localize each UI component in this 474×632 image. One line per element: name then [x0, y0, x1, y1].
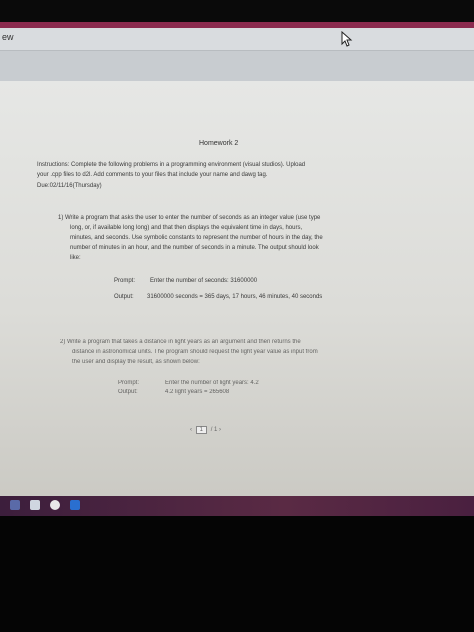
mouse-cursor-icon [341, 31, 353, 47]
problem1-line-3: minutes, and seconds. Use symbolic const… [70, 235, 323, 241]
page-title: Homework 2 [199, 140, 239, 147]
problem2-line-1: 2) Write a program that takes a distance… [60, 339, 301, 345]
bottom-bezel [0, 516, 474, 632]
problem2-line-2: distance in astronomical units. The prog… [72, 349, 318, 355]
prev-page-icon[interactable]: ‹ [190, 427, 192, 433]
store-icon[interactable] [30, 500, 40, 510]
page-total: / 1 [210, 427, 218, 433]
page-navigator: ‹ 1 / 1 › [190, 426, 221, 434]
problem1-output-text: 31600000 seconds = 365 days, 17 hours, 4… [147, 294, 323, 300]
problem1-prompt-text: Enter the number of seconds: 31600000 [150, 278, 258, 284]
problem1-output-label: Output: [114, 294, 134, 300]
page-number-input[interactable]: 1 [195, 426, 208, 434]
app-icon[interactable] [70, 500, 80, 510]
problem1-prompt-label: Prompt: [114, 278, 136, 284]
problem2-line-3: the user and display the result, as show… [72, 359, 200, 365]
due-date: Due:02/11/16(Thursday) [37, 183, 102, 189]
view-menu-label[interactable]: ew [2, 32, 14, 42]
viewer-toolbar: ew [0, 28, 474, 51]
viewer-secondary-bar [0, 51, 474, 81]
problem2-output-text: 4.2 light years = 265608 [165, 389, 230, 395]
taskbar [0, 496, 474, 516]
problem1-line-1: 1) Write a program that asks the user to… [58, 215, 321, 221]
instructions-line-1: Instructions: Complete the following pro… [37, 162, 306, 168]
browser-icon[interactable] [50, 500, 60, 510]
file-explorer-icon[interactable] [10, 500, 20, 510]
problem1-line-2: long, or, if available long long) and th… [70, 225, 303, 231]
problem1-line-4: number of minutes in an hour, and the nu… [70, 245, 319, 251]
problem2-output-label: Output: [118, 389, 138, 395]
problem1-line-5: like: [70, 255, 81, 261]
instructions-line-2: your .cpp files to d2l. Add comments to … [37, 172, 268, 178]
next-page-icon[interactable]: › [219, 427, 221, 433]
top-bezel [0, 0, 474, 22]
